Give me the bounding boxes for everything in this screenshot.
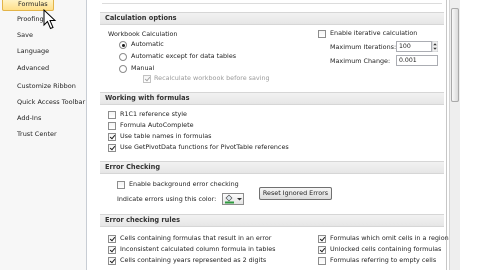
automatic-radio[interactable]: [119, 41, 127, 49]
automatic-radio-label: Automatic: [131, 40, 164, 48]
automatic-except-tables-label: Automatic except for data tables: [131, 52, 237, 60]
scrollbar-thumb[interactable]: [451, 8, 459, 102]
paint-bucket-icon: [225, 194, 242, 204]
nav-item-label: Customize Ribbon: [17, 82, 76, 90]
background-error-checking-label: Enable background error checking: [129, 180, 239, 188]
nav-item-label: Trust Center: [17, 130, 57, 138]
nav-item-trust-center[interactable]: Trust Center: [0, 127, 86, 141]
window-edge: [461, 0, 480, 270]
working-with-formulas-header: Working with formulas: [100, 92, 444, 105]
rule-omit-cells-in-region-checkbox[interactable]: [318, 235, 326, 243]
maximum-iterations-input[interactable]: 100: [396, 41, 432, 52]
error-color-picker[interactable]: [222, 193, 244, 205]
recalculate-before-saving-label: Recalculate workbook before saving: [154, 74, 270, 82]
rule-inconsistent-column-formula-label: Inconsistent calculated column formula i…: [120, 245, 276, 253]
rule-empty-cells-label: Formulas referring to empty cells: [330, 256, 437, 264]
getpivotdata-checkbox[interactable]: [108, 144, 116, 152]
manual-radio-label: Manual: [131, 64, 155, 72]
getpivotdata-label: Use GetPivotData functions for PivotTabl…: [120, 143, 289, 151]
table-names-in-formulas-checkbox[interactable]: [108, 133, 116, 141]
nav-item-label: Formulas: [18, 0, 48, 8]
spin-arrows-icon: [432, 41, 438, 52]
error-checking-header: Error Checking: [100, 161, 444, 174]
maximum-iterations-label: Maximum Iterations:: [330, 43, 397, 51]
manual-radio[interactable]: [119, 65, 127, 73]
r1c1-reference-style-checkbox[interactable]: [108, 111, 116, 119]
nav-item-advanced[interactable]: Advanced: [0, 61, 86, 75]
error-checking-rules-header: Error checking rules: [100, 214, 444, 227]
rule-unlocked-cells-checkbox[interactable]: [318, 246, 326, 254]
nav-item-label: Add-Ins: [17, 114, 42, 122]
rule-omit-cells-in-region-label: Formulas which omit cells in a region: [330, 234, 449, 242]
vertical-scrollbar[interactable]: [449, 0, 460, 270]
nav-item-language[interactable]: Language: [0, 44, 86, 58]
r1c1-reference-style-label: R1C1 reference style: [120, 110, 187, 118]
nav-item-label: Save: [17, 31, 33, 39]
nav-item-customize-ribbon[interactable]: Customize Ribbon: [0, 79, 86, 93]
formula-autocomplete-checkbox[interactable]: [108, 122, 116, 130]
iterations-spin-buttons[interactable]: [432, 41, 438, 52]
reset-ignored-errors-button[interactable]: Reset Ignored Errors: [259, 187, 332, 200]
rule-two-digit-years-checkbox[interactable]: [108, 257, 116, 265]
rule-two-digit-years-label: Cells containing years represented as 2 …: [120, 256, 267, 264]
rule-formulas-result-error-label: Cells containing formulas that result in…: [120, 234, 272, 242]
divider: [102, 3, 442, 4]
table-names-in-formulas-label: Use table names in formulas: [120, 132, 212, 140]
nav-item-label: Proofing: [17, 15, 44, 23]
nav-item-add-ins[interactable]: Add-Ins: [0, 111, 86, 125]
calculation-options-header: Calculation options: [100, 12, 444, 25]
iterative-calculation-label: Enable iterative calculation: [330, 29, 418, 37]
workbook-calculation-label: Workbook Calculation: [108, 30, 178, 38]
options-nav-pane: Formulas Proofing Save Language Advanced…: [0, 0, 87, 270]
maximum-change-label: Maximum Change:: [330, 57, 391, 65]
maximum-change-input[interactable]: 0.001: [396, 55, 438, 66]
rule-inconsistent-column-formula-checkbox[interactable]: [108, 246, 116, 254]
rule-empty-cells-checkbox[interactable]: [318, 257, 326, 265]
mouse-pointer-icon: [43, 8, 57, 31]
background-error-checking-checkbox[interactable]: [117, 181, 125, 189]
iterative-calculation-checkbox[interactable]: [318, 30, 326, 38]
automatic-except-tables-radio[interactable]: [119, 53, 127, 61]
rule-formulas-result-error-checkbox[interactable]: [108, 235, 116, 243]
nav-item-quick-access-toolbar[interactable]: Quick Access Toolbar: [0, 95, 86, 109]
indicate-errors-color-label: Indicate errors using this color:: [117, 195, 217, 203]
rule-unlocked-cells-label: Unlocked cells containing formulas: [330, 245, 442, 253]
nav-item-label: Language: [17, 47, 50, 55]
nav-item-label: Advanced: [17, 64, 50, 72]
nav-item-label: Quick Access Toolbar: [17, 98, 86, 106]
recalculate-before-saving-checkbox[interactable]: [143, 75, 151, 83]
formula-autocomplete-label: Formula AutoComplete: [120, 121, 194, 129]
